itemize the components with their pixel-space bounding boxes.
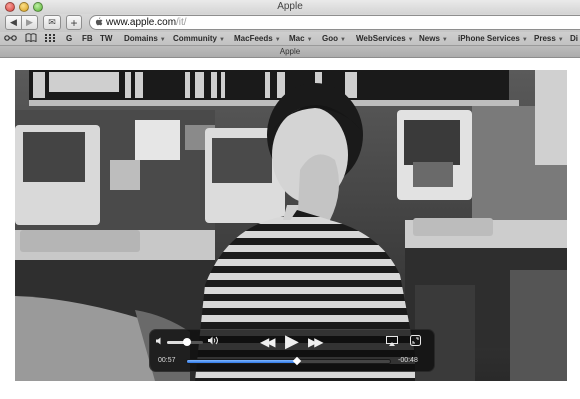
- video-controls-hud: ◀◀ ▶ ▶▶ 00:57 -00:48: [149, 329, 435, 372]
- bookmark-folder[interactable]: Press ▼: [534, 32, 564, 45]
- close-window-button[interactable]: [5, 2, 15, 12]
- plus-icon: +: [70, 15, 78, 30]
- minimize-window-button[interactable]: [19, 2, 29, 12]
- bookmark-folder[interactable]: WebServices ▼: [356, 32, 414, 45]
- play-button[interactable]: ▶: [285, 331, 299, 352]
- top-sites-grid-icon[interactable]: [45, 32, 55, 45]
- chevron-down-icon: ▼: [274, 37, 281, 43]
- volume-knob[interactable]: [182, 338, 191, 346]
- bookmark-folder[interactable]: Mac ▼: [289, 32, 313, 45]
- fast-forward-button[interactable]: ▶▶: [308, 335, 324, 349]
- chevron-down-icon: ▼: [340, 37, 346, 43]
- site-favicon-icon: [95, 17, 103, 30]
- bookmark-folder[interactable]: Goo ▼: [322, 32, 346, 45]
- video-player[interactable]: ◀◀ ▶ ▶▶ 00:57 -00:48: [15, 70, 567, 381]
- rewind-button[interactable]: ◀◀: [260, 335, 276, 349]
- new-tab-button[interactable]: +: [66, 15, 82, 30]
- address-bar[interactable]: www.apple.com/it/: [89, 15, 580, 30]
- browser-toolbar: ◀ ▶ ✉ + www.apple.com/it/: [0, 14, 580, 32]
- reading-list-icon[interactable]: [4, 32, 17, 45]
- progress-fill: [187, 360, 297, 363]
- elapsed-time: 00:57: [158, 357, 176, 364]
- window-titlebar: Apple: [0, 0, 580, 14]
- chevron-down-icon: ▼: [219, 37, 225, 43]
- bookmark-folder[interactable]: News ▼: [419, 32, 448, 45]
- envelope-icon: ✉: [48, 17, 56, 27]
- progress-scrubber[interactable]: [186, 356, 391, 366]
- tab-bar: Apple: [0, 46, 580, 58]
- bookmarks-bar: G FB TW Domains ▼ Community ▼ MacFeeds ▼ Ma…: [0, 32, 580, 46]
- back-arrow-icon: ◀: [10, 17, 17, 27]
- bookmark-item[interactable]: Di: [570, 32, 578, 45]
- page-content: ◀◀ ▶ ▶▶ 00:57 -00:48: [0, 58, 580, 399]
- bookmark-folder[interactable]: Domains ▼: [124, 32, 166, 45]
- chevron-down-icon: ▼: [407, 37, 414, 43]
- remaining-time: -00:48: [398, 357, 418, 364]
- share-mail-button[interactable]: ✉: [43, 15, 61, 30]
- bookmark-folder[interactable]: iPhone Services ▼: [458, 32, 528, 45]
- forward-button[interactable]: ▶: [21, 15, 38, 30]
- tab-apple[interactable]: Apple: [280, 47, 300, 56]
- bookmark-item[interactable]: G: [66, 32, 72, 45]
- forward-arrow-icon: ▶: [26, 17, 33, 27]
- bookmark-item[interactable]: FB: [82, 32, 93, 45]
- chevron-down-icon: ▼: [521, 37, 528, 43]
- chevron-down-icon: ▼: [557, 37, 564, 43]
- back-button[interactable]: ◀: [5, 15, 22, 30]
- chevron-down-icon: ▼: [441, 37, 448, 43]
- volume-slider[interactable]: [167, 338, 203, 346]
- url-path: /it/: [176, 17, 187, 28]
- bookmark-folder[interactable]: MacFeeds ▼: [234, 32, 281, 45]
- zoom-window-button[interactable]: [33, 2, 43, 12]
- bookmark-item[interactable]: TW: [100, 32, 112, 45]
- bookmark-folder[interactable]: Community ▼: [173, 32, 225, 45]
- window-title: Apple: [277, 1, 303, 12]
- bookmarks-book-icon[interactable]: [25, 32, 37, 45]
- chevron-down-icon: ▼: [306, 37, 313, 43]
- playhead-knob[interactable]: [292, 356, 301, 366]
- url-host: www.apple.com: [106, 17, 177, 28]
- chevron-down-icon: ▼: [159, 37, 166, 43]
